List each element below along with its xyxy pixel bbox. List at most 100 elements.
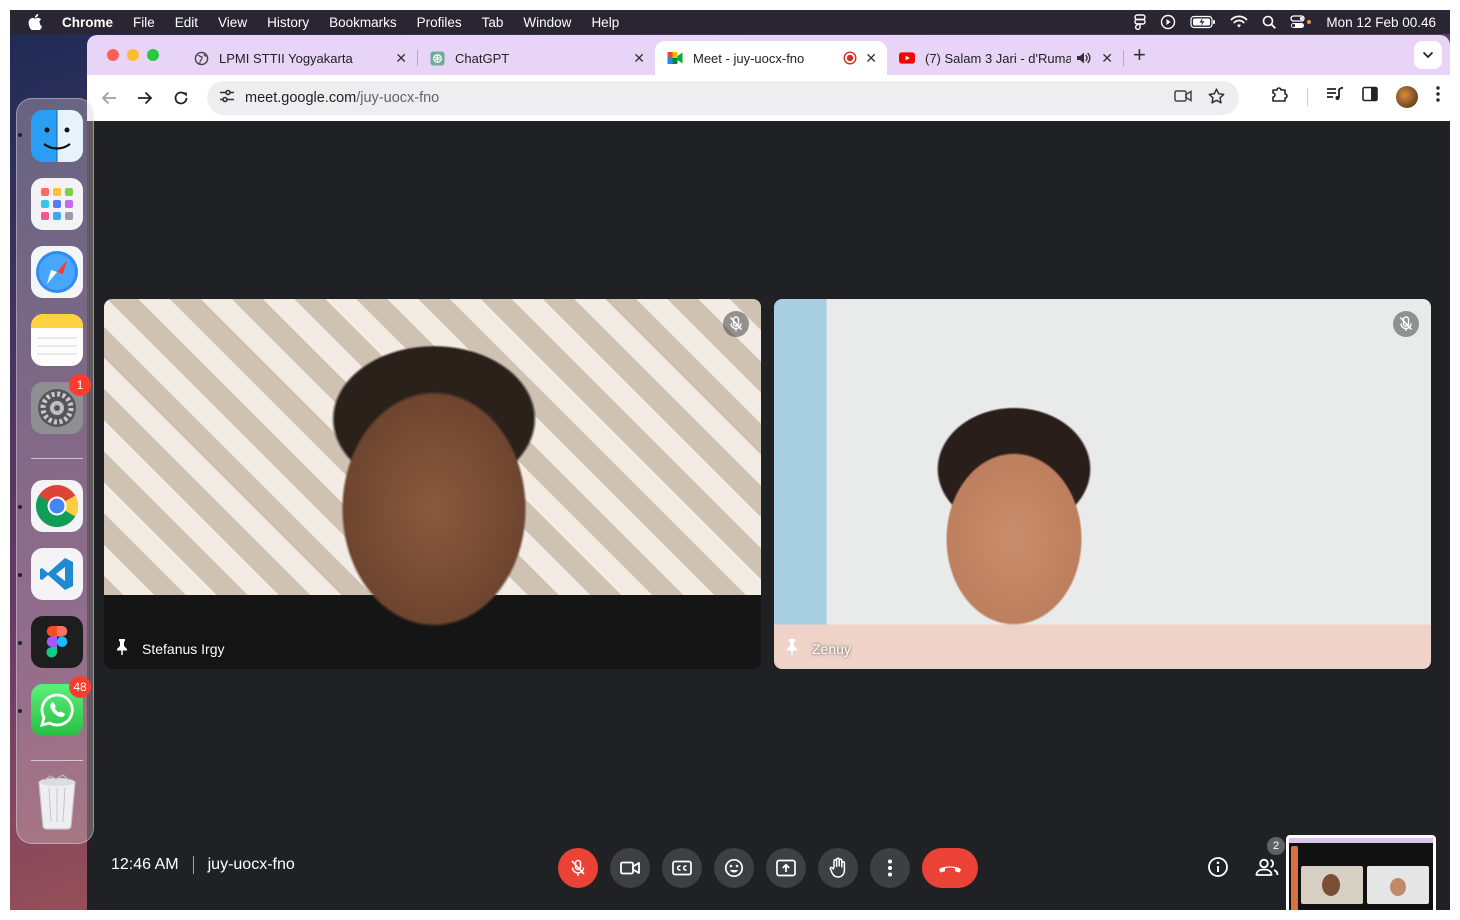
menu-bar: Chrome File Edit View History Bookmarks …	[10, 10, 1450, 34]
tab-youtube[interactable]: (7) Salam 3 Jari - d'Rumah ✕	[887, 41, 1124, 75]
participant-tile[interactable]: Zenuy	[774, 299, 1431, 669]
running-indicator	[18, 641, 22, 645]
notes-icon[interactable]	[31, 314, 83, 366]
participant-name: Stefanus Irgy	[142, 640, 225, 657]
close-tab-icon[interactable]: ✕	[1101, 50, 1113, 67]
menu-tab[interactable]: Tab	[482, 15, 504, 30]
url-text: meet.google.com/juy-uocx-fno	[245, 90, 439, 106]
more-options-button[interactable]	[870, 848, 910, 888]
meeting-details: 12:46 AM juy-uocx-fno	[111, 856, 295, 874]
tab-title: (7) Salam 3 Jari - d'Rumah	[925, 50, 1071, 66]
control-center-icon[interactable]	[1290, 15, 1312, 29]
participant-nameplate: Zenuy	[786, 638, 851, 659]
launchpad-icon[interactable]	[31, 178, 83, 230]
pin-icon[interactable]	[116, 638, 128, 659]
toggle-camera-button[interactable]	[610, 848, 650, 888]
menu-history[interactable]: History	[267, 15, 309, 30]
menu-bookmarks[interactable]: Bookmarks	[329, 15, 397, 30]
wifi-icon[interactable]	[1230, 15, 1248, 29]
tab-title: LPMI STTII Yogyakarta	[219, 50, 353, 66]
zoom-window-button[interactable]	[147, 49, 159, 61]
spotlight-search-icon[interactable]	[1262, 15, 1277, 29]
close-tab-icon[interactable]: ✕	[395, 50, 407, 67]
dock-separator	[31, 760, 83, 761]
chrome-icon[interactable]	[31, 480, 83, 532]
present-screen-button[interactable]	[766, 848, 806, 888]
tab-search-button[interactable]	[1414, 41, 1442, 69]
more-vertical-icon	[888, 859, 892, 877]
reactions-button[interactable]	[714, 848, 754, 888]
reload-icon[interactable]	[163, 90, 199, 106]
meeting-info-icon[interactable]	[1207, 856, 1229, 883]
raise-hand-button[interactable]	[818, 848, 858, 888]
url-host: meet.google.com	[245, 90, 357, 106]
tab-chatgpt[interactable]: ChatGPT ✕	[417, 41, 655, 75]
menu-file[interactable]: File	[133, 15, 155, 30]
people-count-badge: 2	[1267, 837, 1285, 855]
menu-help[interactable]: Help	[591, 15, 619, 30]
participant-tile[interactable]: Stefanus Irgy	[104, 299, 761, 669]
leave-call-button[interactable]	[922, 848, 978, 888]
menu-app-name[interactable]: Chrome	[62, 15, 113, 30]
participant-nameplate: Stefanus Irgy	[116, 638, 225, 659]
menu-edit[interactable]: Edit	[175, 15, 198, 30]
present-screen-icon	[776, 859, 796, 877]
raise-hand-icon	[829, 857, 846, 878]
menu-view[interactable]: View	[218, 15, 247, 30]
people-icon[interactable]	[1255, 858, 1279, 881]
url-path: /juy-uocx-fno	[356, 90, 440, 106]
address-bar[interactable]: meet.google.com/juy-uocx-fno	[207, 81, 1239, 115]
audio-playing-icon[interactable]	[1076, 51, 1091, 68]
menu-window[interactable]: Window	[523, 15, 571, 30]
battery-icon[interactable]	[1190, 15, 1216, 29]
youtube-icon	[899, 50, 915, 66]
forward-arrow-icon[interactable]	[127, 90, 163, 106]
close-tab-icon[interactable]: ✕	[633, 50, 645, 67]
profile-avatar[interactable]	[1396, 85, 1418, 108]
recording-icon	[843, 51, 857, 68]
close-tab-icon[interactable]: ✕	[865, 50, 877, 67]
pip-face	[1390, 878, 1406, 896]
apple-icon[interactable]	[28, 14, 46, 30]
menubar-clock[interactable]: Mon 12 Feb 00.46	[1326, 15, 1436, 30]
meet-icon	[667, 50, 683, 66]
figma-status-icon[interactable]	[1134, 14, 1147, 30]
tab-lpmi[interactable]: LPMI STTII Yogyakarta ✕	[181, 41, 418, 75]
camera-in-use-icon[interactable]	[1174, 89, 1192, 108]
details-divider	[192, 856, 194, 874]
video-camera-icon	[620, 861, 640, 875]
back-arrow-icon[interactable]	[91, 90, 127, 106]
trash-icon[interactable]	[31, 774, 83, 830]
menu-profiles[interactable]: Profiles	[417, 15, 462, 30]
pin-icon[interactable]	[786, 638, 798, 659]
safari-icon[interactable]	[31, 246, 83, 298]
vscode-icon[interactable]	[31, 548, 83, 600]
tab-title: Meet - juy-uocx-fno	[693, 50, 805, 66]
tab-meet[interactable]: Meet - juy-uocx-fno ✕	[655, 41, 887, 75]
mic-off-icon	[723, 311, 749, 337]
hang-up-icon	[939, 866, 961, 873]
toggle-microphone-button[interactable]	[558, 848, 598, 888]
media-controls-icon[interactable]	[1326, 86, 1344, 107]
play-status-icon[interactable]	[1160, 14, 1176, 30]
close-window-button[interactable]	[107, 49, 119, 61]
minimize-window-button[interactable]	[127, 49, 139, 61]
tab-separator	[1123, 50, 1124, 66]
site-info-icon[interactable]	[219, 89, 235, 108]
captions-button[interactable]	[662, 848, 702, 888]
finder-icon[interactable]	[31, 110, 83, 162]
figma-icon[interactable]	[31, 616, 83, 668]
system-settings-icon[interactable]: 1	[31, 374, 91, 434]
bookmark-star-icon[interactable]	[1208, 87, 1225, 109]
desktop: Chrome File Edit View History Bookmarks …	[10, 10, 1450, 910]
extensions-puzzle-icon[interactable]	[1271, 85, 1289, 108]
new-tab-plus-icon[interactable]: +	[1133, 42, 1146, 68]
macos-dock: 1 48	[16, 98, 94, 844]
more-vertical-icon[interactable]	[1436, 86, 1440, 107]
tab-title: ChatGPT	[455, 50, 510, 66]
side-controls	[1207, 856, 1279, 883]
picture-in-picture-preview[interactable]	[1286, 835, 1436, 910]
side-panel-icon[interactable]	[1362, 86, 1378, 107]
toolbar-divider	[1307, 87, 1308, 106]
whatsapp-icon[interactable]: 48	[31, 676, 91, 736]
